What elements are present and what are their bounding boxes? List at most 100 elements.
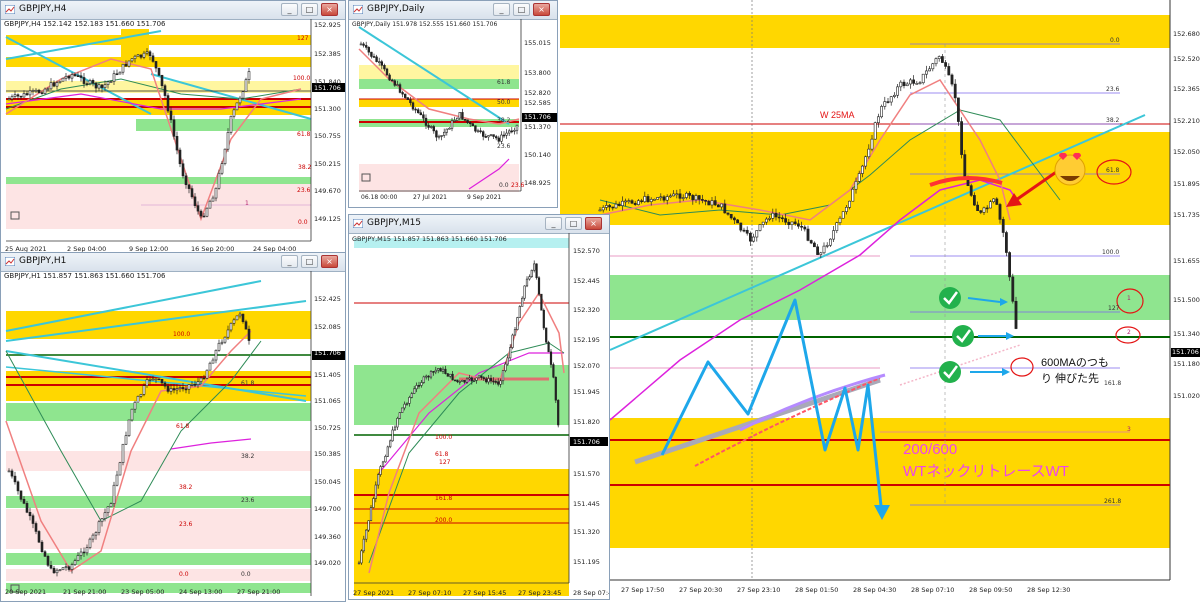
minimize-button[interactable]: _ bbox=[493, 3, 510, 16]
time-label: 28 Sep 04:30 bbox=[853, 586, 897, 594]
title-bar[interactable]: GBPJPY,H4 _ □ × bbox=[1, 1, 345, 20]
candle-body bbox=[61, 77, 65, 82]
title-bar[interactable]: GBPJPY,M15 _ □ × bbox=[349, 215, 609, 234]
price-label: 151.300 bbox=[314, 105, 341, 113]
candle-body bbox=[417, 385, 421, 387]
candle-body bbox=[172, 388, 176, 391]
candle-body bbox=[214, 349, 218, 361]
candle-body bbox=[851, 188, 855, 202]
support-zone-green bbox=[560, 275, 1170, 320]
candle-body bbox=[160, 378, 164, 384]
candle-body bbox=[979, 210, 983, 213]
time-label: 27 Sep 17:50 bbox=[621, 586, 665, 594]
candle-body bbox=[199, 377, 203, 382]
chart-window-h1[interactable]: GBPJPY,H1 _ □ × GBPJPY,H1 151.857 151.86… bbox=[0, 252, 346, 602]
candle-body bbox=[601, 207, 605, 211]
chart-window-icon bbox=[5, 5, 15, 14]
candle-body bbox=[787, 221, 791, 226]
candle-body bbox=[369, 507, 373, 521]
price-label: 151.405 bbox=[314, 371, 341, 379]
candle-body bbox=[425, 375, 428, 378]
maximize-button[interactable]: □ bbox=[565, 217, 582, 230]
ma-extension-line bbox=[899, 344, 1021, 386]
minimize-button[interactable]: _ bbox=[281, 255, 298, 268]
candle-body bbox=[88, 538, 92, 548]
title-bar[interactable]: GBPJPY,Daily _ □ × bbox=[349, 1, 557, 20]
candle-body bbox=[196, 381, 200, 385]
title-bar[interactable]: GBPJPY,H1 _ □ × bbox=[1, 253, 345, 272]
candle-body bbox=[211, 197, 215, 202]
candle-body bbox=[49, 82, 53, 90]
maximize-button[interactable]: □ bbox=[513, 3, 530, 16]
h1-plot[interactable] bbox=[1, 271, 346, 602]
fib-label: 38.2 bbox=[241, 453, 255, 460]
time-label: 28 Sep 12:30 bbox=[1027, 586, 1071, 594]
candle-body bbox=[367, 520, 370, 531]
candle-body bbox=[169, 110, 173, 121]
candle-body bbox=[739, 222, 743, 231]
price-label: 151.445 bbox=[573, 500, 600, 508]
plan-annotation-line2: WTネックリトレースWT bbox=[903, 463, 1069, 480]
candle-body bbox=[528, 276, 531, 280]
candle-body bbox=[157, 67, 161, 76]
time-label: 28 Sep 07:10 bbox=[911, 586, 955, 594]
candle-body bbox=[969, 185, 973, 196]
candle-body bbox=[381, 461, 385, 467]
chart-window-daily[interactable]: GBPJPY,Daily _ □ × GBPJPY,Daily 151.978 … bbox=[348, 0, 558, 208]
time-label: 27 Sep 21:00 bbox=[237, 588, 281, 596]
close-button[interactable]: × bbox=[585, 217, 602, 230]
chart-window-m15[interactable]: GBPJPY,M15 _ □ × GBPJPY,M15 151.857 151.… bbox=[348, 214, 610, 600]
candle-body bbox=[103, 84, 107, 88]
candle-body bbox=[1011, 276, 1015, 302]
candle-body bbox=[487, 135, 490, 138]
fib-label: 100.0 bbox=[293, 75, 311, 82]
candle-body bbox=[434, 369, 437, 373]
candle-body bbox=[7, 98, 11, 101]
m15-plot[interactable] bbox=[349, 233, 610, 600]
close-button[interactable]: × bbox=[321, 3, 338, 16]
maximize-button[interactable]: □ bbox=[301, 255, 318, 268]
time-label: 27 Sep 20:30 bbox=[679, 586, 723, 594]
candle-body bbox=[202, 377, 206, 380]
candle-body bbox=[220, 163, 224, 174]
candle-body bbox=[844, 207, 848, 212]
candle-body bbox=[405, 403, 409, 405]
candle-body bbox=[835, 222, 839, 231]
candle-body bbox=[542, 309, 545, 329]
fib-label: 23.6 bbox=[241, 497, 255, 504]
candle-body bbox=[82, 77, 86, 84]
h4-plot[interactable] bbox=[1, 19, 346, 258]
candle-body bbox=[73, 560, 77, 566]
candle-body bbox=[697, 195, 701, 200]
close-button[interactable]: × bbox=[321, 255, 338, 268]
candle-body bbox=[461, 379, 464, 382]
candle-body bbox=[921, 73, 925, 84]
maximize-button[interactable]: □ bbox=[301, 3, 318, 16]
candle-body bbox=[375, 56, 378, 62]
candle-body bbox=[94, 82, 98, 89]
close-button[interactable]: × bbox=[533, 3, 550, 16]
candle-body bbox=[470, 377, 473, 382]
price-label: 151.180 bbox=[1173, 360, 1200, 368]
price-label: 150.385 bbox=[314, 450, 341, 458]
candle-body bbox=[854, 181, 858, 190]
candle-body bbox=[513, 129, 516, 132]
candle-body bbox=[684, 192, 688, 198]
candle-body bbox=[497, 381, 500, 385]
candle-body bbox=[413, 388, 416, 394]
fib-label: 38.2 bbox=[179, 484, 193, 491]
time-label: 28 Sep 01:50 bbox=[795, 586, 839, 594]
candle-body bbox=[377, 61, 381, 63]
candle-body bbox=[145, 51, 149, 54]
minimize-button[interactable]: _ bbox=[281, 3, 298, 16]
candle-body bbox=[456, 379, 459, 383]
candle-body bbox=[118, 462, 122, 476]
candle-body bbox=[52, 567, 56, 574]
candle-body bbox=[377, 474, 380, 486]
candle-body bbox=[617, 203, 621, 206]
price-label: 149.700 bbox=[314, 505, 341, 513]
candle-body bbox=[422, 114, 425, 119]
candle-body bbox=[437, 135, 441, 138]
minimize-button[interactable]: _ bbox=[545, 217, 562, 230]
chart-window-h4[interactable]: GBPJPY,H4 _ □ × GBPJPY,H4 152.142 152.18… bbox=[0, 0, 346, 258]
